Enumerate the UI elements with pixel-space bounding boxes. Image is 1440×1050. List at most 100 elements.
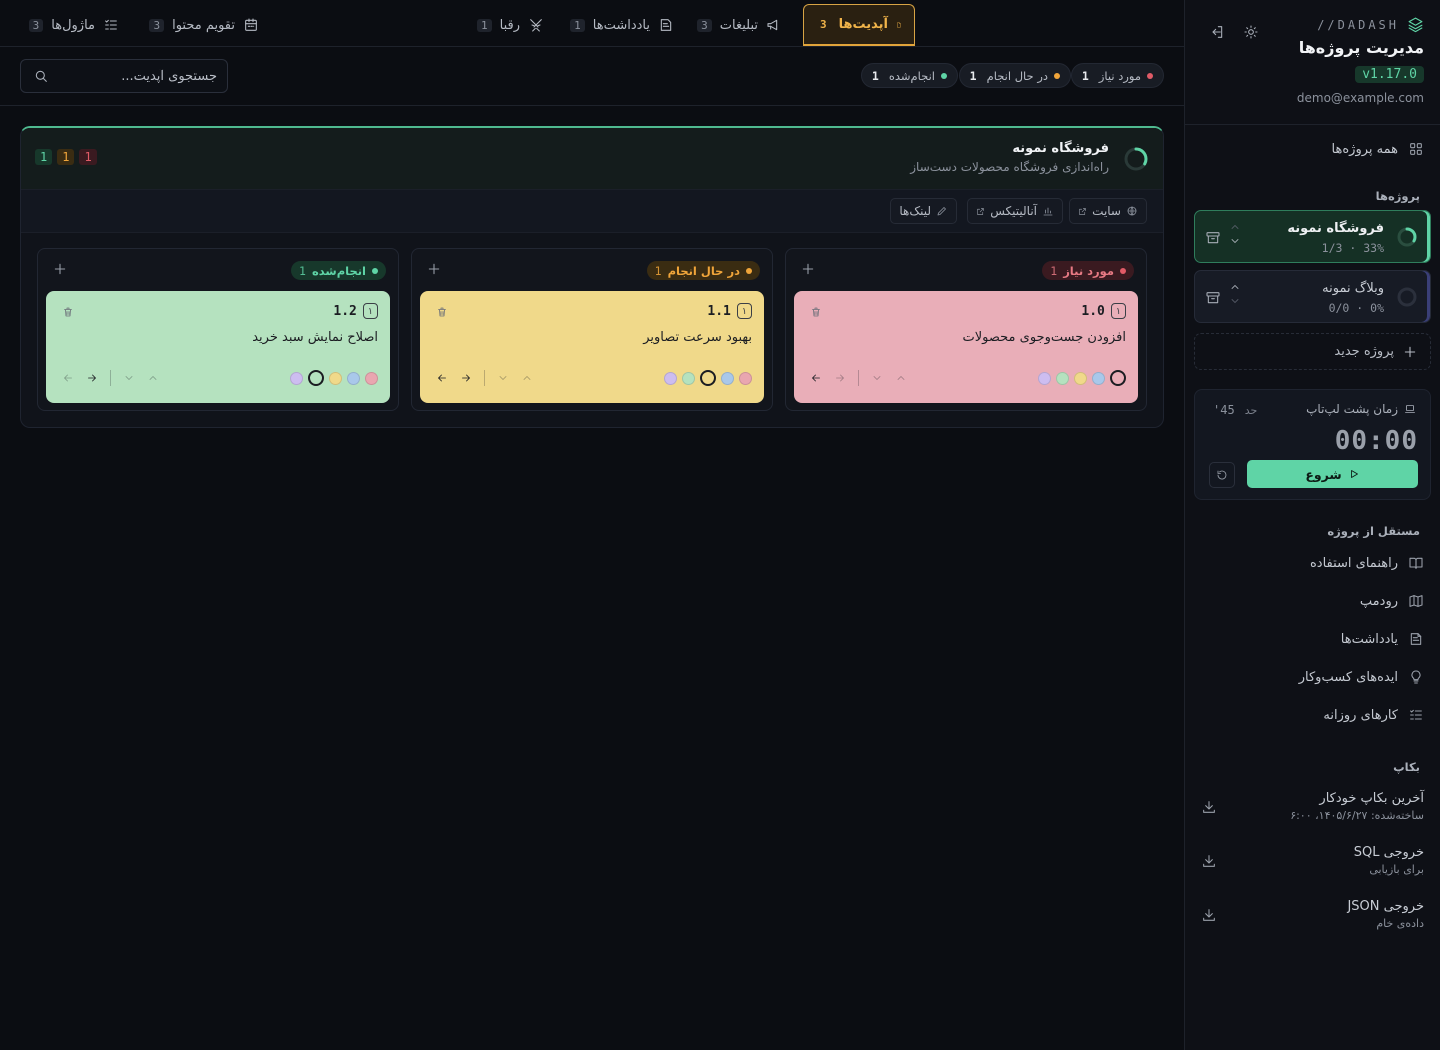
color-swatch-pink[interactable] xyxy=(739,371,752,385)
nav-notes[interactable]: یادداشت‌ها xyxy=(1341,631,1424,647)
color-swatch-blue[interactable] xyxy=(721,371,734,385)
project-subtitle: راه‌اندازی فروشگاه محصولات دست‌ساز xyxy=(910,160,1109,174)
brand-text: //DADASH xyxy=(1317,17,1399,32)
trash-icon[interactable] xyxy=(810,306,822,318)
archive-icon[interactable] xyxy=(1205,230,1221,246)
archive-icon[interactable] xyxy=(1205,290,1221,306)
column-todo: مورد نیاز 1 1.0 ۱ افزودن جست‌وجوی محصولا… xyxy=(785,248,1147,411)
update-card[interactable]: 1.1 ۱ بهبود سرعت تصاویر xyxy=(420,291,764,403)
sun-icon xyxy=(1244,25,1258,39)
laptop-icon xyxy=(1405,405,1415,413)
filter-done[interactable]: انجام‌شده 1 xyxy=(860,63,958,88)
project-panel: فروشگاه نمونه راه‌اندازی فروشگاه محصولات… xyxy=(20,126,1164,428)
nav-business-ideas[interactable]: ایده‌های کسب‌وکار xyxy=(1299,669,1424,685)
color-swatch-blue[interactable] xyxy=(1092,371,1105,385)
arrow-right-icon[interactable] xyxy=(460,372,472,384)
layers-logo-icon xyxy=(1408,17,1423,33)
add-card-icon[interactable] xyxy=(426,261,442,277)
backup-auto[interactable]: آخرین بکاپ خودکار ساخته‌شده: ۱۴۰۵/۶/۲۷، ۶… xyxy=(1201,791,1424,822)
backup-sql[interactable]: خروجی SQL برای بازیابی xyxy=(1201,845,1424,876)
arrow-left-icon[interactable] xyxy=(810,372,822,384)
timer-label: زمان پشت لپ‌تاپ xyxy=(1306,402,1416,416)
card-version: 1.0 ۱ xyxy=(1081,303,1126,319)
all-projects-link[interactable]: همه پروژه‌ها xyxy=(1332,141,1424,157)
color-swatch-yellow[interactable] xyxy=(329,371,342,385)
chevron-up-icon[interactable] xyxy=(1229,281,1241,293)
add-card-icon[interactable] xyxy=(52,261,68,277)
pencil-icon xyxy=(937,207,946,216)
priority-badge: ۱ xyxy=(362,303,378,319)
color-swatch-green[interactable] xyxy=(308,370,324,386)
backup-section-label: بکاپ xyxy=(1393,760,1420,774)
status-dot xyxy=(1054,72,1060,79)
filter-bar: مورد نیاز 1 در حال انجام 1 انجام‌شده 1 xyxy=(0,47,1184,106)
backup-json[interactable]: خروجی JSON داده‌ی خام xyxy=(1201,899,1424,930)
tab-updates[interactable]: آپدیت‌ها 3 xyxy=(803,4,915,46)
projects-section-label: پروژه‌ها xyxy=(1375,189,1420,203)
chevron-down-icon[interactable] xyxy=(1229,295,1241,307)
update-card[interactable]: 1.0 ۱ افزودن جست‌وجوی محصولات xyxy=(794,291,1138,403)
color-swatch-blue[interactable] xyxy=(347,371,360,385)
arrow-left-icon[interactable] xyxy=(436,372,448,384)
nav-roadmap[interactable]: رودمپ xyxy=(1360,593,1424,609)
done-count: 1 xyxy=(35,149,53,165)
color-swatch-green[interactable] xyxy=(682,371,695,385)
project-progress-ring xyxy=(1397,287,1417,307)
color-swatch-green[interactable] xyxy=(1056,371,1069,385)
plus-icon xyxy=(1404,346,1416,357)
arrow-left-icon[interactable] xyxy=(62,372,74,384)
update-card[interactable]: 1.2 ۱ اصلاح نمایش سبد خرید xyxy=(46,291,390,403)
filter-in-progress[interactable]: در حال انجام 1 xyxy=(958,63,1071,88)
color-swatch-yellow[interactable] xyxy=(700,370,716,386)
logout-button[interactable] xyxy=(1207,22,1227,42)
color-swatch-yellow[interactable] xyxy=(1074,371,1087,385)
timer-display: 00:00 xyxy=(1334,426,1418,456)
arrow-right-icon[interactable] xyxy=(86,372,98,384)
project-item-shop[interactable]: فروشگاه نمونه 33% · 1/3 xyxy=(1194,210,1431,263)
tab-notes[interactable]: یادداشت‌ها 1 xyxy=(558,4,686,46)
site-link[interactable]: سایت xyxy=(1069,198,1147,224)
chevron-up-icon[interactable] xyxy=(1229,221,1241,233)
color-swatch-pink[interactable] xyxy=(1110,370,1126,386)
megaphone-icon xyxy=(767,19,778,31)
project-progress-text: 33% · 1/3 xyxy=(1321,241,1384,255)
add-card-icon[interactable] xyxy=(800,261,816,277)
sidebar: //DADASH مدیریت پروژه‌ها v1.17.0 demo@ex… xyxy=(1184,0,1440,1050)
color-swatch-purple[interactable] xyxy=(1038,371,1051,385)
analytics-link[interactable]: آنالیتیکس xyxy=(967,198,1063,224)
nav-guide[interactable]: راهنمای استفاده xyxy=(1310,555,1424,571)
tab-modules[interactable]: ماژول‌ها 3 xyxy=(17,4,131,46)
chevron-down-icon[interactable] xyxy=(1229,235,1241,247)
color-picker xyxy=(1038,370,1126,386)
chevron-up-icon[interactable] xyxy=(895,372,907,384)
timer-reset-button[interactable] xyxy=(1209,462,1235,488)
color-swatch-purple[interactable] xyxy=(290,371,303,385)
timer-start-button[interactable]: شروع xyxy=(1247,460,1418,488)
project-item-blog[interactable]: وبلاگ نمونه 0% · 0/0 xyxy=(1194,270,1431,323)
filter-todo[interactable]: مورد نیاز 1 xyxy=(1070,63,1164,88)
new-project-button[interactable]: پروژه جدید xyxy=(1194,333,1431,370)
chevron-up-icon[interactable] xyxy=(521,372,533,384)
project-name: فروشگاه نمونه xyxy=(1287,221,1384,236)
map-icon xyxy=(1409,595,1423,607)
search-input[interactable] xyxy=(57,68,217,84)
edit-links-button[interactable]: لینک‌ها xyxy=(890,198,957,224)
chevron-up-icon[interactable] xyxy=(147,372,159,384)
color-picker xyxy=(290,370,378,386)
color-swatch-pink[interactable] xyxy=(365,371,378,385)
project-progress-ring xyxy=(1397,227,1417,247)
calendar-icon xyxy=(245,18,257,31)
chevron-down-icon[interactable] xyxy=(871,372,883,384)
trash-icon[interactable] xyxy=(62,306,74,318)
color-swatch-purple[interactable] xyxy=(664,371,677,385)
tab-ads[interactable]: تبلیغات 3 xyxy=(685,4,794,46)
tab-content-calendar[interactable]: تقویم محتوا 3 xyxy=(137,4,271,46)
trash-icon[interactable] xyxy=(436,306,448,318)
arrow-right-icon[interactable] xyxy=(834,372,846,384)
reset-icon xyxy=(1217,470,1227,480)
nav-daily-tasks[interactable]: کارهای روزانه xyxy=(1323,707,1424,723)
chevron-down-icon[interactable] xyxy=(497,372,509,384)
tab-competitors[interactable]: رقبا 1 xyxy=(465,4,556,46)
chevron-down-icon[interactable] xyxy=(123,372,135,384)
theme-toggle-button[interactable] xyxy=(1241,22,1261,42)
